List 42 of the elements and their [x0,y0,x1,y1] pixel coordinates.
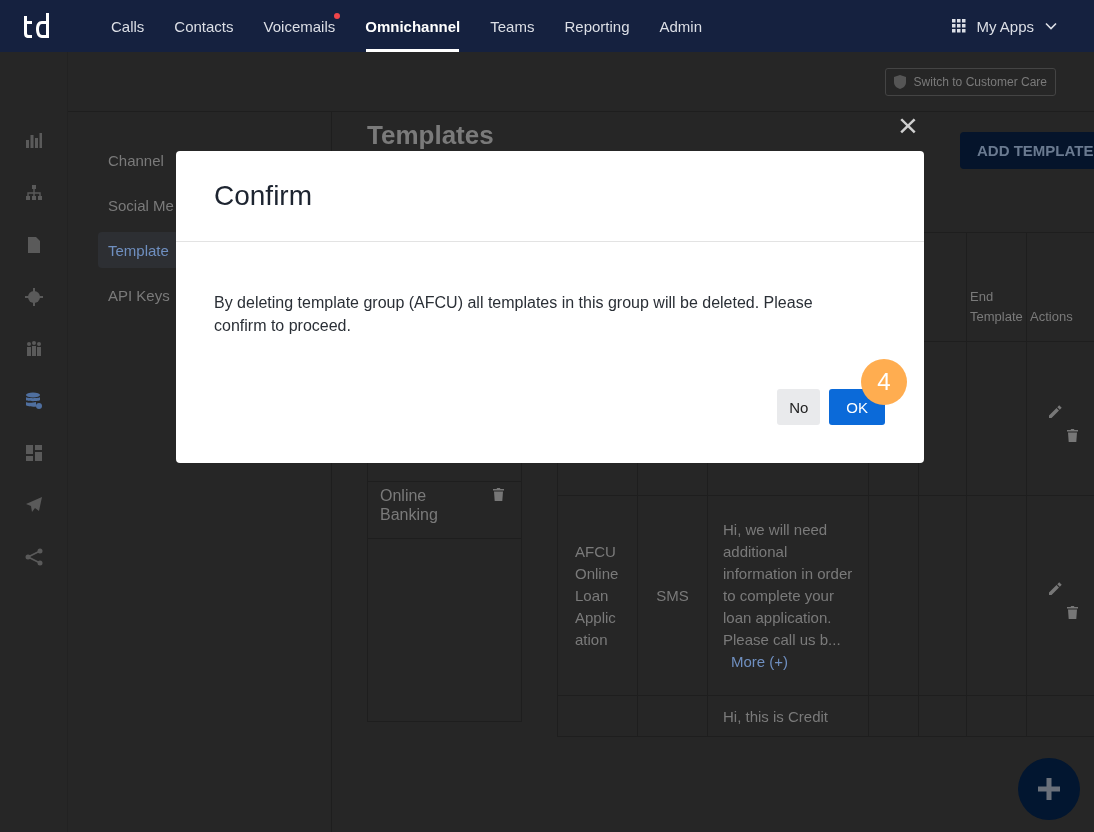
settings-menu-item[interactable]: API Keys [98,277,180,313]
dialog-title: Confirm [214,180,312,212]
pencil-icon[interactable] [1049,404,1062,418]
nav-tab[interactable]: Voicemails [248,0,351,52]
column-header: Actions [1030,308,1074,326]
nav-tab[interactable]: Teams [475,0,550,52]
message-text: Hi, this is Credit [722,707,830,727]
nav-tab[interactable]: Calls [96,0,160,52]
shield-icon [893,74,906,89]
plus-icon [1038,778,1060,800]
database-icon[interactable] [24,392,43,410]
column-header: End Template [970,288,1024,326]
switch-button[interactable]: Switch to Customer Care [884,67,1056,96]
settings-menu-item[interactable]: Template [98,232,179,268]
message-text: Hi, we will need additional information in order to complete your loan application. Please call us b... More (+) [722,519,854,672]
settings-menu-item[interactable]: Channel [98,142,174,178]
send-icon[interactable] [24,496,43,514]
dashboard-icon[interactable] [24,444,43,462]
grid-icon [952,19,967,33]
pencil-icon[interactable] [1049,581,1062,595]
settings-menu-item[interactable]: Social Me [98,187,184,223]
trash-icon[interactable] [1067,428,1078,442]
close-button[interactable]: × [898,108,918,142]
share-icon[interactable] [24,548,43,566]
chart-icon[interactable] [24,132,43,150]
more-link[interactable]: More (+) [731,652,789,670]
group-name[interactable]: Online Banking [380,486,470,530]
table-cell-text: AFCU Online Loan Application [574,541,619,650]
nav-tab[interactable]: Omnichannel [350,0,476,52]
nav-tab[interactable]: Reporting [549,0,645,52]
trash-icon[interactable] [493,488,504,501]
people-icon[interactable] [24,340,43,358]
page-title: Templates [367,120,494,150]
my-apps-menu[interactable]: My Apps [946,16,1064,36]
nav-tab[interactable]: Contacts [159,0,249,52]
no-button[interactable]: No [777,389,821,425]
sitemap-icon[interactable] [24,184,43,202]
dialog-message: By deleting template group (AFCU) all templates in this group will be deleted. Please confirm to proceed. [214,294,813,334]
nav-tab[interactable]: Admin [644,0,718,52]
table-cell-text: SMS [655,587,690,604]
add-template-button[interactable]: ADD TEMPLATE [960,132,1094,169]
trash-icon[interactable] [1067,605,1078,619]
